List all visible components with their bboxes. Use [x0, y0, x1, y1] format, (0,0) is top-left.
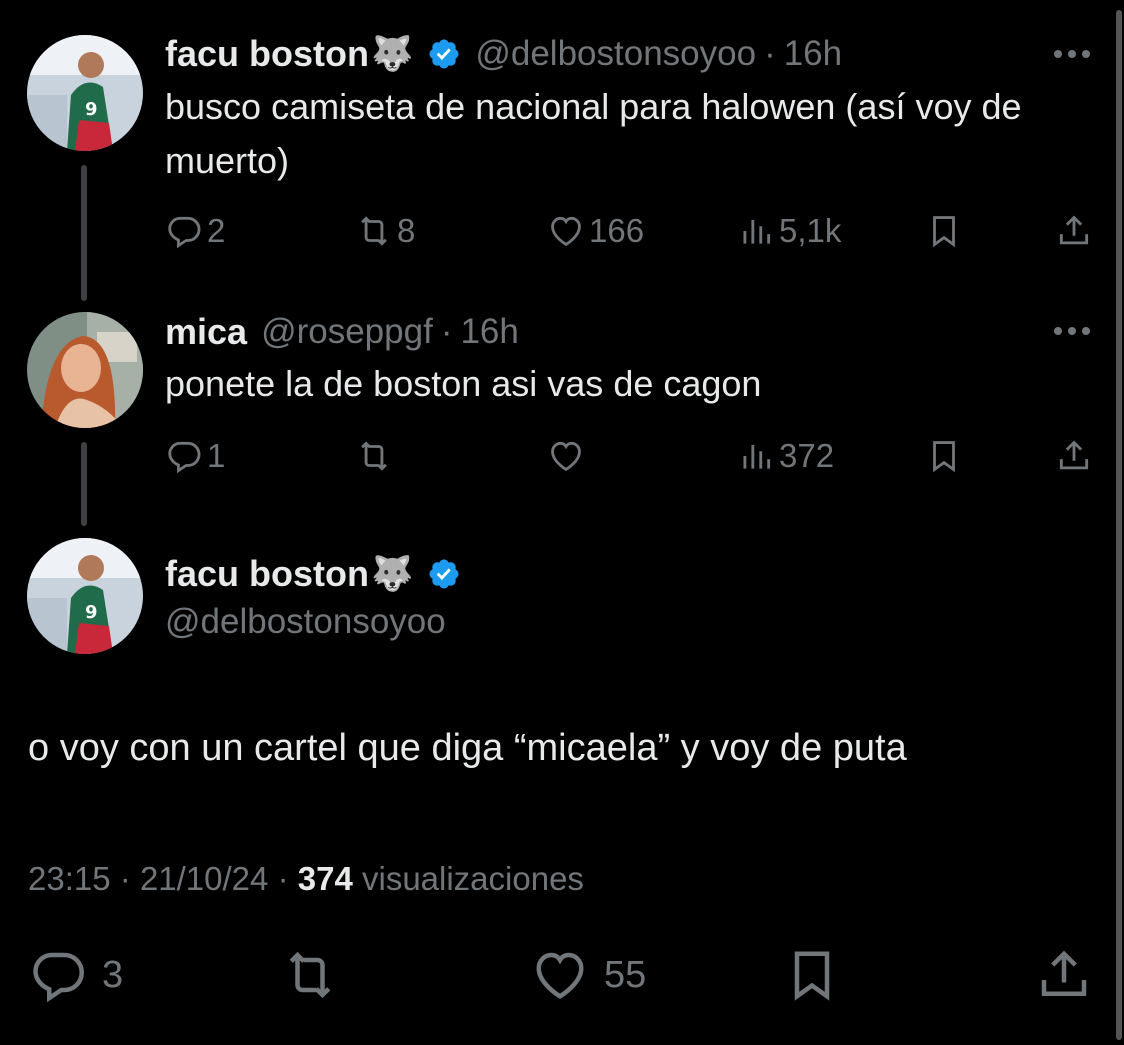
reply-count: 1	[207, 437, 226, 474]
bookmark-button[interactable]	[925, 212, 963, 250]
retweet-button[interactable]	[280, 945, 340, 1005]
separator-dot: ·	[277, 860, 289, 897]
display-name[interactable]: mica	[165, 311, 247, 353]
main-tweet-actions: 3 55	[0, 945, 1124, 1015]
share-icon	[1059, 440, 1089, 470]
reply-icon	[168, 216, 201, 249]
tweet-date[interactable]: 21/10/24	[140, 860, 268, 897]
tweet-header: mica @roseppgf · 16h	[165, 310, 519, 354]
user-handle[interactable]: @roseppgf	[261, 312, 433, 352]
tweet-header: facu boston 🐺	[165, 552, 461, 596]
tweet-time[interactable]: 23:15	[28, 860, 111, 897]
views-icon	[743, 444, 771, 469]
reply-count: 2	[207, 212, 226, 249]
bookmark-button[interactable]	[925, 437, 963, 475]
tweet-thread-page: 9 facu boston 🐺 @delbostonsoyoo · 16h bu…	[0, 0, 1124, 1045]
tweet-time[interactable]: 16h	[784, 34, 842, 74]
share-button[interactable]	[1055, 437, 1093, 475]
views-button[interactable]: 5,1k	[737, 212, 841, 250]
share-button[interactable]	[1034, 945, 1094, 1005]
wolf-emoji: 🐺	[371, 555, 414, 593]
separator-dot: ·	[119, 860, 131, 897]
separator-dot: ·	[440, 312, 453, 351]
svg-text:9: 9	[85, 602, 98, 623]
reply-button[interactable]: 2	[165, 212, 225, 250]
thread-line	[81, 442, 87, 526]
retweet-button[interactable]	[355, 437, 393, 475]
like-button[interactable]: 55	[530, 945, 646, 1005]
share-icon	[1059, 215, 1089, 245]
svg-text:9: 9	[85, 99, 98, 120]
tweet-text: ponete la de boston asi vas de cagon	[165, 363, 762, 404]
more-icon[interactable]	[1054, 327, 1090, 335]
avatar[interactable]: 9	[27, 35, 143, 151]
views-icon	[743, 219, 771, 244]
verified-icon	[429, 39, 459, 69]
reply-icon	[33, 952, 85, 1003]
scrollbar[interactable]	[1116, 10, 1122, 1040]
reply-button[interactable]: 1	[165, 437, 225, 475]
tweet-time[interactable]: 16h	[460, 312, 518, 352]
retweet-button[interactable]: 8	[355, 212, 415, 250]
avatar[interactable]	[27, 312, 143, 428]
tweet-actions: 2 8 166 5,1k	[165, 212, 1095, 252]
more-icon[interactable]	[1054, 50, 1090, 58]
views-button[interactable]: 372	[737, 437, 834, 475]
share-icon	[1041, 950, 1087, 996]
like-icon	[551, 216, 581, 247]
display-name[interactable]: facu boston	[165, 33, 369, 75]
like-icon	[536, 952, 584, 999]
bookmark-icon	[933, 216, 955, 248]
user-handle[interactable]: @delbostonsoyoo	[165, 602, 446, 642]
views-count: 372	[779, 437, 835, 474]
tweet-actions: 1 372	[165, 437, 1095, 477]
share-button[interactable]	[1055, 212, 1093, 250]
verified-icon	[429, 559, 459, 589]
tweet-meta: 23:15 · 21/10/24 · 374 visualizaciones	[28, 860, 584, 898]
bookmark-icon	[794, 951, 830, 1001]
tweet-text: busco camiseta de nacional para halowen …	[165, 86, 1022, 181]
separator-dot: ·	[764, 34, 776, 73]
display-name[interactable]: facu boston	[165, 553, 369, 595]
retweet-icon	[361, 216, 387, 246]
like-button[interactable]	[547, 437, 585, 475]
view-count: 374	[297, 860, 353, 897]
avatar[interactable]: 9	[27, 538, 143, 654]
like-icon	[551, 441, 581, 472]
retweet-icon	[361, 441, 387, 471]
views-count: 5,1k	[779, 212, 842, 249]
like-count: 55	[604, 953, 647, 996]
bookmark-icon	[933, 441, 955, 473]
wolf-emoji: 🐺	[371, 35, 414, 73]
views-label: visualizaciones	[361, 860, 584, 897]
bookmark-button[interactable]	[782, 945, 842, 1005]
user-handle[interactable]: @delbostonsoyoo	[475, 34, 756, 74]
retweet-icon	[289, 951, 331, 999]
thread-line	[81, 165, 87, 301]
like-button[interactable]: 166	[547, 212, 644, 250]
retweet-count: 8	[397, 212, 416, 249]
reply-count: 3	[102, 953, 124, 996]
main-tweet-text: o voy con un cartel que diga “micaela” y…	[28, 727, 907, 769]
tweet-header: facu boston 🐺 @delbostonsoyoo · 16h	[165, 32, 842, 76]
reply-icon	[168, 441, 201, 474]
like-count: 166	[589, 212, 645, 249]
reply-button[interactable]: 3	[28, 945, 123, 1005]
